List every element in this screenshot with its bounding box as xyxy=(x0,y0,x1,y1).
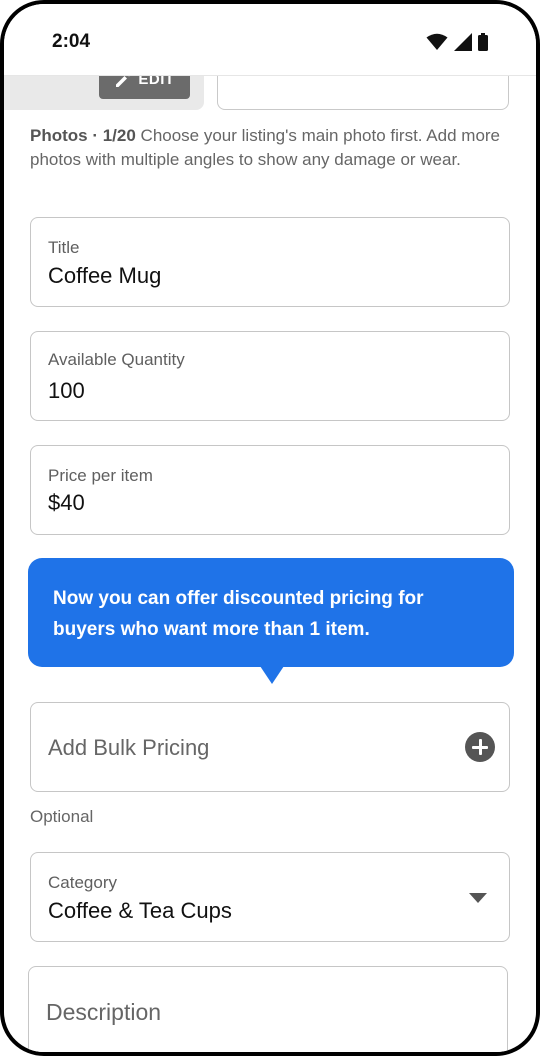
quantity-value: 100 xyxy=(48,378,85,403)
status-divider xyxy=(4,75,536,76)
price-field[interactable]: Price per item $40 xyxy=(30,445,510,535)
status-time: 2:04 xyxy=(52,31,91,52)
photos-hint: Photos · 1/20 Choose your listing's main… xyxy=(30,124,514,172)
status-icons xyxy=(426,32,488,52)
photos-count: Photos · 1/20 xyxy=(30,126,136,145)
bulk-pricing-helper: Optional xyxy=(30,807,94,826)
price-label: Price per item xyxy=(48,466,153,485)
battery-icon xyxy=(478,33,488,51)
quantity-label: Available Quantity xyxy=(48,350,185,369)
category-value: Coffee & Tea Cups xyxy=(48,898,232,923)
status-bar: 2:04 xyxy=(4,4,536,76)
bulk-pricing-label: Add Bulk Pricing xyxy=(48,735,210,760)
phone-frame: 2:04 EDIT Photos · 1/20 Choose your list… xyxy=(0,0,540,1056)
bulk-pricing-tooltip[interactable]: Now you can offer discounted pricing for… xyxy=(28,558,514,667)
add-bulk-pricing-button[interactable]: Add Bulk Pricing xyxy=(30,702,510,792)
add-circle-icon xyxy=(465,732,495,762)
price-value: $40 xyxy=(48,490,85,515)
category-label: Category xyxy=(48,873,117,892)
title-field[interactable]: Title Coffee Mug xyxy=(30,217,510,307)
description-placeholder: Description xyxy=(46,999,162,1025)
tooltip-text: Now you can offer discounted pricing for… xyxy=(53,588,424,640)
tooltip-arrow xyxy=(260,666,284,684)
quantity-field[interactable]: Available Quantity 100 xyxy=(30,331,510,421)
title-value: Coffee Mug xyxy=(48,263,162,288)
dropdown-arrow-icon xyxy=(469,893,487,903)
category-select[interactable]: Category Coffee & Tea Cups xyxy=(30,852,510,942)
wifi-icon xyxy=(426,33,448,50)
description-field[interactable]: Description xyxy=(28,966,508,1052)
title-label: Title xyxy=(48,238,80,257)
signal-icon xyxy=(454,33,472,51)
